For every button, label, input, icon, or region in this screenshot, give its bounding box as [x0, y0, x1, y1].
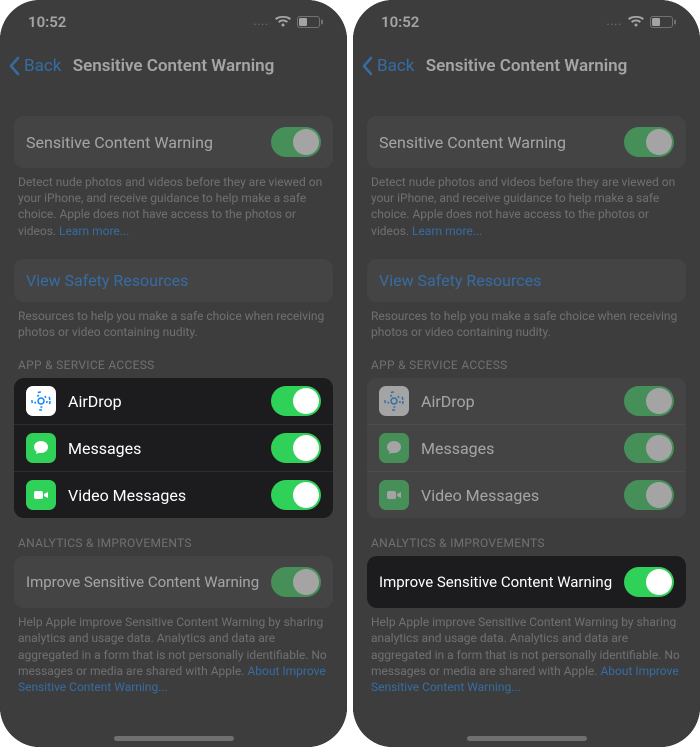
video-messages-toggle[interactable] — [271, 480, 321, 510]
status-indicators: .... — [607, 16, 676, 28]
airdrop-icon — [379, 386, 409, 416]
improve-warning-label: Improve Sensitive Content Warning — [26, 573, 259, 591]
sensitive-warning-toggle[interactable] — [624, 127, 674, 157]
apps-list: AirDrop Messages Video Messages — [367, 378, 686, 518]
video-messages-icon — [379, 480, 409, 510]
status-indicators: .... — [254, 16, 323, 28]
messages-label: Messages — [421, 439, 612, 458]
airdrop-label: AirDrop — [421, 392, 612, 411]
recording-dots: .... — [607, 17, 622, 28]
airdrop-toggle[interactable] — [624, 386, 674, 416]
messages-toggle[interactable] — [624, 433, 674, 463]
airdrop-row[interactable]: AirDrop — [14, 378, 333, 424]
improve-warning-toggle[interactable] — [624, 567, 674, 597]
video-messages-toggle[interactable] — [624, 480, 674, 510]
home-indicator[interactable] — [114, 736, 234, 741]
view-safety-resources-row[interactable]: View Safety Resources — [14, 259, 333, 302]
sensitive-warning-footer: Detect nude photos and videos before the… — [14, 174, 333, 239]
sensitive-warning-row[interactable]: Sensitive Content Warning — [367, 116, 686, 168]
messages-icon — [26, 433, 56, 463]
analytics-footer: Help Apple improve Sensitive Content War… — [367, 614, 686, 695]
learn-more-link[interactable]: Learn more... — [412, 224, 482, 238]
improve-warning-row[interactable]: Improve Sensitive Content Warning — [14, 556, 333, 608]
wifi-icon — [628, 16, 644, 28]
analytics-section-header: ANALYTICS & IMPROVEMENTS — [371, 536, 682, 550]
back-button[interactable]: Back — [8, 56, 61, 76]
sensitive-warning-row[interactable]: Sensitive Content Warning — [14, 116, 333, 168]
improve-warning-toggle[interactable] — [271, 567, 321, 597]
apps-section-header: APP & SERVICE ACCESS — [18, 358, 329, 372]
messages-row[interactable]: Messages — [367, 424, 686, 471]
wifi-icon — [275, 16, 291, 28]
chevron-left-icon — [361, 56, 373, 76]
status-time: 10:52 — [28, 13, 66, 31]
phone-left: 10:52 .... Back Sensitive Content Warnin… — [0, 0, 347, 747]
recording-dots: .... — [254, 17, 269, 28]
improve-warning-label: Improve Sensitive Content Warning — [379, 573, 612, 591]
video-messages-row[interactable]: Video Messages — [14, 471, 333, 518]
sensitive-warning-toggle[interactable] — [271, 127, 321, 157]
video-messages-label: Video Messages — [421, 486, 612, 505]
sensitive-warning-label: Sensitive Content Warning — [379, 133, 566, 152]
view-safety-resources-row[interactable]: View Safety Resources — [367, 259, 686, 302]
status-time: 10:52 — [381, 13, 419, 31]
airdrop-row[interactable]: AirDrop — [367, 378, 686, 424]
back-label: Back — [24, 56, 61, 76]
home-indicator[interactable] — [467, 736, 587, 741]
sensitive-warning-footer: Detect nude photos and videos before the… — [367, 174, 686, 239]
nav-bar: Back Sensitive Content Warning — [0, 44, 347, 88]
status-bar: 10:52 .... — [353, 0, 700, 44]
phone-right: 10:52 .... Back Sensitive Content Warnin… — [353, 0, 700, 747]
battery-icon — [297, 16, 323, 28]
chevron-left-icon — [8, 56, 20, 76]
messages-row[interactable]: Messages — [14, 424, 333, 471]
airdrop-toggle[interactable] — [271, 386, 321, 416]
messages-icon — [379, 433, 409, 463]
video-messages-label: Video Messages — [68, 486, 259, 505]
messages-toggle[interactable] — [271, 433, 321, 463]
video-messages-row[interactable]: Video Messages — [367, 471, 686, 518]
analytics-footer: Help Apple improve Sensitive Content War… — [14, 614, 333, 695]
airdrop-icon — [26, 386, 56, 416]
resources-footer: Resources to help you make a safe choice… — [367, 308, 686, 340]
status-bar: 10:52 .... — [0, 0, 347, 44]
airdrop-label: AirDrop — [68, 392, 259, 411]
video-messages-icon — [26, 480, 56, 510]
back-label: Back — [377, 56, 414, 76]
learn-more-link[interactable]: Learn more... — [59, 224, 129, 238]
battery-icon — [650, 16, 676, 28]
sensitive-warning-label: Sensitive Content Warning — [26, 133, 213, 152]
nav-bar: Back Sensitive Content Warning — [353, 44, 700, 88]
improve-warning-row[interactable]: Improve Sensitive Content Warning — [367, 556, 686, 608]
apps-list: AirDrop Messages Video Messages — [14, 378, 333, 518]
resources-footer: Resources to help you make a safe choice… — [14, 308, 333, 340]
back-button[interactable]: Back — [361, 56, 414, 76]
apps-section-header: APP & SERVICE ACCESS — [371, 358, 682, 372]
messages-label: Messages — [68, 439, 259, 458]
analytics-section-header: ANALYTICS & IMPROVEMENTS — [18, 536, 329, 550]
